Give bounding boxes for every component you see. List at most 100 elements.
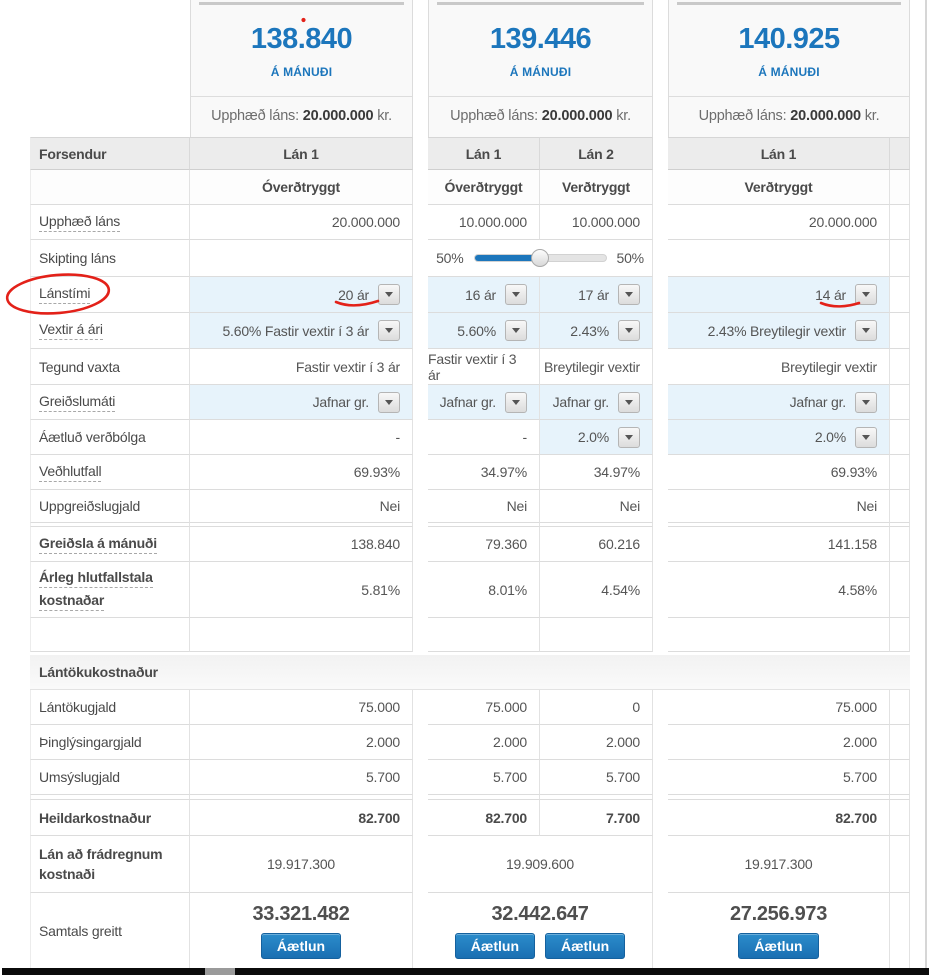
loan-amount-value: 20.000.000 xyxy=(542,108,613,124)
vextir-select-b1[interactable]: 5.60% xyxy=(457,320,527,341)
lanstimi-select-b1[interactable]: 16 ár xyxy=(465,284,527,305)
subheader-empty xyxy=(30,170,190,205)
card-top-border xyxy=(677,2,901,5)
value-cell: 0 xyxy=(540,690,653,725)
slider-track[interactable] xyxy=(474,254,607,262)
dropdown-arrow-icon[interactable] xyxy=(378,320,400,341)
header-loan-c: Lán 1 xyxy=(668,137,890,170)
vextir-select-b2[interactable]: 2.43% xyxy=(570,320,640,341)
loan-amount-unit: kr. xyxy=(616,108,631,124)
lanstimi-select-c[interactable]: 14 ár xyxy=(815,284,877,305)
card-top-border xyxy=(437,2,644,5)
value-cell: 69.93% xyxy=(190,455,413,490)
dropdown-arrow-icon[interactable] xyxy=(855,284,877,305)
dropdown-arrow-icon[interactable] xyxy=(505,320,527,341)
right-percent-label: 50% xyxy=(617,250,644,266)
value-cell: 75.000 xyxy=(428,690,540,725)
loan-comparison-calculator: 138.840 Á MÁNUÐI Upphæð láns: 20.000.000… xyxy=(0,0,929,975)
header-loan-b2: Lán 2 xyxy=(540,137,653,170)
value-cell: 2.000 xyxy=(668,725,890,760)
row-arleg-hlutfallstala: Árleg hlutfallstala kostnaðar 5.81% 8.01… xyxy=(30,562,929,618)
loan-amount-line: Upphæð láns: 20.000.000 kr. xyxy=(429,108,652,124)
monthly-payment-amount: 138.840 xyxy=(191,23,412,56)
dropdown-arrow-icon[interactable] xyxy=(505,392,527,413)
row-label: Skipting láns xyxy=(39,250,116,266)
verdbolga-select-c[interactable]: 2.0% xyxy=(815,427,877,448)
lanstimi-select-b2[interactable]: 17 ár xyxy=(578,284,640,305)
value-cell: 138.840 xyxy=(190,527,413,562)
aaetlun-button-c[interactable]: Áætlun xyxy=(738,933,818,959)
greidslumati-select-a[interactable]: Jafnar gr. xyxy=(313,392,400,413)
value-cell: 82.700 xyxy=(668,800,890,836)
value-cell: Nei xyxy=(190,490,413,523)
dropdown-arrow-icon[interactable] xyxy=(855,392,877,413)
dropdown-arrow-icon[interactable] xyxy=(855,320,877,341)
value-cell: - xyxy=(190,420,413,455)
greidslumati-select-c[interactable]: Jafnar gr. xyxy=(790,392,877,413)
loan-amount-line: Upphæð láns: 20.000.000 kr. xyxy=(669,108,909,124)
row-label: Þinglýsingargjald xyxy=(39,734,141,750)
horizontal-scrollbar-thumb[interactable] xyxy=(205,968,235,975)
row-label-line1: Lán að frádregnum xyxy=(39,846,162,862)
loan-amount-label: Upphæð láns: xyxy=(211,108,299,124)
value-cell: 82.700 xyxy=(190,800,413,836)
value-cell: 2.000 xyxy=(428,725,540,760)
summary-cards: 138.840 Á MÁNUÐI Upphæð láns: 20.000.000… xyxy=(0,0,929,137)
card-divider xyxy=(429,96,652,97)
row-label: Veðhlutfall xyxy=(39,463,101,482)
row-heildarkostnadur: Heildarkostnaður 82.700 82.700 7.700 82.… xyxy=(30,800,929,836)
value-cell: 5.700 xyxy=(540,760,653,795)
greidslumati-select-b2[interactable]: Jafnar gr. xyxy=(553,392,640,413)
row-label: Greiðsla á mánuði xyxy=(39,535,157,554)
value-cell: Fastir vextir í 3 ár xyxy=(428,349,540,385)
row-label: Tegund vaxta xyxy=(39,359,120,375)
dropdown-arrow-icon[interactable] xyxy=(378,284,400,305)
dropdown-arrow-icon[interactable] xyxy=(618,427,640,448)
dropdown-arrow-icon[interactable] xyxy=(618,320,640,341)
row-label: Lántökugjald xyxy=(39,699,116,715)
total-paid-b: 32.442.647 xyxy=(491,903,588,926)
slider-handle[interactable] xyxy=(531,249,549,267)
value-cell: Fastir vextir í 3 ár xyxy=(190,349,413,385)
row-vedhlutfall: Veðhlutfall 69.93% 34.97% 34.97% 69.93% xyxy=(30,455,929,490)
row-tegund-vaxta: Tegund vaxta Fastir vextir í 3 ár Fastir… xyxy=(30,349,929,385)
value-cell: 19.917.300 xyxy=(668,836,890,893)
vextir-select-a[interactable]: 5.60% Fastir vextir í 3 ár xyxy=(222,320,400,341)
aaetlun-button-a[interactable]: Áætlun xyxy=(261,933,341,959)
row-aetlud-verdbolga: Áætluð verðbólga - - 2.0% 2.0% xyxy=(30,420,929,455)
verdbolga-select-b2[interactable]: 2.0% xyxy=(578,427,640,448)
dropdown-arrow-icon[interactable] xyxy=(618,284,640,305)
loan-amount-value: 20.000.000 xyxy=(303,108,374,124)
loan-amount-label: Upphæð láns: xyxy=(450,108,538,124)
dropdown-arrow-icon[interactable] xyxy=(378,392,400,413)
aaetlun-button-b1[interactable]: Áætlun xyxy=(455,933,535,959)
value-cell: 34.97% xyxy=(540,455,653,490)
per-month-label: Á MÁNUÐI xyxy=(669,65,909,79)
row-label-line1: Árleg hlutfallstala xyxy=(39,569,153,588)
dropdown-arrow-icon[interactable] xyxy=(855,427,877,448)
value-cell: 34.97% xyxy=(428,455,540,490)
aaetlun-button-b2[interactable]: Áætlun xyxy=(545,933,625,959)
row-label: Samtals greitt xyxy=(39,923,122,939)
row-label: Greiðslumáti xyxy=(39,393,115,412)
loan-amount-unit: kr. xyxy=(865,108,880,124)
row-upphaed-lans: Upphæð láns 20.000.000 10.000.000 10.000… xyxy=(30,205,929,240)
total-paid-c: 27.256.973 xyxy=(730,903,827,926)
value-cell: 5.700 xyxy=(668,760,890,795)
loan-type-a: Óverðtryggt xyxy=(190,170,413,205)
row-skipting-lans: Skipting láns 50% 50% xyxy=(30,240,929,277)
row-vextir-a-ari: Vextir á ári 5.60% Fastir vextir í 3 ár … xyxy=(30,313,929,349)
window-bottom-bar xyxy=(2,968,929,975)
loan-split-slider[interactable]: 50% 50% xyxy=(436,250,644,266)
greidslumati-select-b1[interactable]: Jafnar gr. xyxy=(440,392,527,413)
loan-amount-value: 20.000.000 xyxy=(790,108,861,124)
summary-card-2: 139.446 Á MÁNUÐI Upphæð láns: 20.000.000… xyxy=(428,0,653,137)
value-cell: 4.54% xyxy=(540,562,653,618)
lanstimi-select-a[interactable]: 20 ár xyxy=(338,284,400,305)
header-forsendur: Forsendur xyxy=(30,137,190,170)
row-label: Áætluð verðbólga xyxy=(39,429,146,445)
vextir-select-c[interactable]: 2.43% Breytilegir vextir xyxy=(708,320,877,341)
dropdown-arrow-icon[interactable] xyxy=(618,392,640,413)
value-cell: 5.81% xyxy=(190,562,413,618)
dropdown-arrow-icon[interactable] xyxy=(505,284,527,305)
